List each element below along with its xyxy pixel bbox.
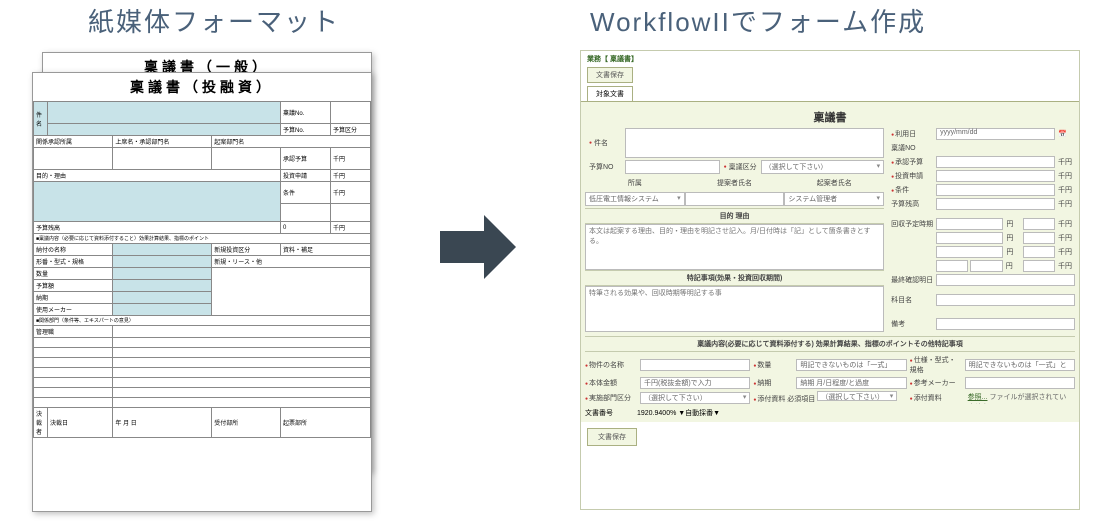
input-riyoubi[interactable]: yyyy/mm/dd <box>936 128 1055 140</box>
input-shiyou[interactable]: 明記できないものは「一式」とする <box>965 359 1075 371</box>
paper-front-title: 稟議書（投融資） <box>33 73 371 101</box>
input-suuryou[interactable]: 明記できないものは「一式」 <box>796 359 906 371</box>
paper-front: 稟議書（投融資） 件名稟議No. 予算No.予算区分 関係承認所属上席名・承認部… <box>32 72 372 512</box>
textarea-mokuteki[interactable] <box>585 224 884 270</box>
select-shozoku[interactable]: 低圧電工情報システム <box>585 192 685 206</box>
label-saisyuu: 最終確認明日 <box>888 274 936 286</box>
label-tenpu: 添付資料 必須項目 （選択して下さい） <box>753 391 906 404</box>
input-toushi[interactable] <box>936 170 1055 182</box>
right-title: WorkflowIIでフォーム作成 <box>590 2 926 39</box>
input-yosanzan[interactable] <box>936 198 1055 210</box>
input-kaishuu2[interactable] <box>936 232 1003 244</box>
input-kaishuu4[interactable] <box>970 260 1002 272</box>
arrow-icon <box>440 215 516 279</box>
select-ringikubun[interactable]: （選択して下さい） <box>761 160 884 174</box>
label-shoninyosan: 承認予算 <box>888 156 936 168</box>
label-jisshi: 実施部門区分 <box>585 393 637 403</box>
header-mokuteki: 目的 理由 <box>585 208 884 224</box>
textarea-tokki[interactable] <box>585 286 884 332</box>
input-kaishuu1[interactable] <box>936 218 1003 230</box>
select-jisshi[interactable]: （選択して下さい） <box>640 392 750 404</box>
select-kiansha[interactable]: システム管理者 <box>784 192 884 206</box>
header-naiyou: 稟議内容(必要に応じて資料添付する) 効果計算結果、指標のポイントその他特記事項 <box>585 336 1075 352</box>
input-kaishuu3[interactable] <box>936 246 1003 258</box>
label-bunshono: 文書番号 <box>585 408 637 418</box>
label-ringikubun: 稟議区分 <box>720 160 761 174</box>
label-maker: 参考メーカー <box>910 378 962 388</box>
input-bunshono[interactable]: 1920.9400% ▼自動採番▼ <box>637 408 777 418</box>
header-tokki: 特記事項(効果・投資回収期間) <box>585 270 884 286</box>
label-file: 添付資料 <box>910 393 962 403</box>
save-button-bottom[interactable]: 文書保存 <box>587 428 637 446</box>
label-jouken: 条件 <box>888 184 936 196</box>
label-shiyou: 仕様・型式・規格 <box>910 355 962 375</box>
input-saisyuu[interactable] <box>936 274 1075 286</box>
input-jouken[interactable] <box>936 184 1055 196</box>
file-picker[interactable]: 参照... ファイルが選択されていません。 <box>965 392 1075 404</box>
breadcrumb: 業務【 稟議書】 <box>587 56 638 63</box>
input-kamoku[interactable] <box>936 294 1075 306</box>
label-kamoku: 科目名 <box>888 294 936 306</box>
label-yosanzan: 予算残高 <box>888 198 936 210</box>
label-nouki: 納期 <box>753 378 793 388</box>
input-nouhin[interactable] <box>640 359 750 371</box>
label-ringino: 稟議NO <box>888 142 936 154</box>
input-bikou[interactable] <box>936 318 1075 330</box>
label-yosanno: 予算NO <box>585 160 625 174</box>
label-suuryou: 数量 <box>753 360 793 370</box>
label-kenmei: 件名 <box>585 128 625 158</box>
label-shozoku: 所属 <box>585 176 685 190</box>
form-title: 稟議書 <box>585 106 1075 128</box>
input-teiansha[interactable] <box>685 192 785 206</box>
label-hontai: 本体金額 <box>585 378 637 388</box>
input-yosanno[interactable] <box>625 160 720 174</box>
tab-target-doc[interactable]: 対象文書 <box>587 86 633 101</box>
input-shoninyosan[interactable] <box>936 156 1055 168</box>
select-tenpu[interactable]: （選択して下さい） <box>817 391 897 401</box>
left-title: 紙媒体フォーマット <box>88 2 340 39</box>
input-hontai[interactable]: 千円(税抜金額)で入力 <box>640 377 750 389</box>
label-kaishuu: 回収予定時期 <box>888 218 936 230</box>
label-kiansha: 起案者氏名 <box>784 176 884 190</box>
label-nouhin: 物件の名称 <box>585 360 637 370</box>
input-maker[interactable] <box>965 377 1075 389</box>
input-kaishuu4s[interactable] <box>936 260 968 272</box>
save-button-top[interactable]: 文書保存 <box>587 67 633 83</box>
label-toushi: 投資申請 <box>888 170 936 182</box>
input-kenmei[interactable] <box>625 128 884 158</box>
label-riyoubi: 利用日 <box>888 128 936 140</box>
workflow-app: 業務【 稟議書】 文書保存 対象文書 稟議書 件名 予算NO 稟議区分 （選択し… <box>580 50 1080 510</box>
label-bikou: 備考 <box>888 318 936 330</box>
input-nouki[interactable]: 納期 月/日程度/と過度 <box>796 377 906 389</box>
paper-stack: 稟議書（一般） 稟議書（投融資） 件名稟議No. 予算No.予算区分 関係承認所… <box>32 52 382 502</box>
label-teiansha: 提案者氏名 <box>685 176 785 190</box>
